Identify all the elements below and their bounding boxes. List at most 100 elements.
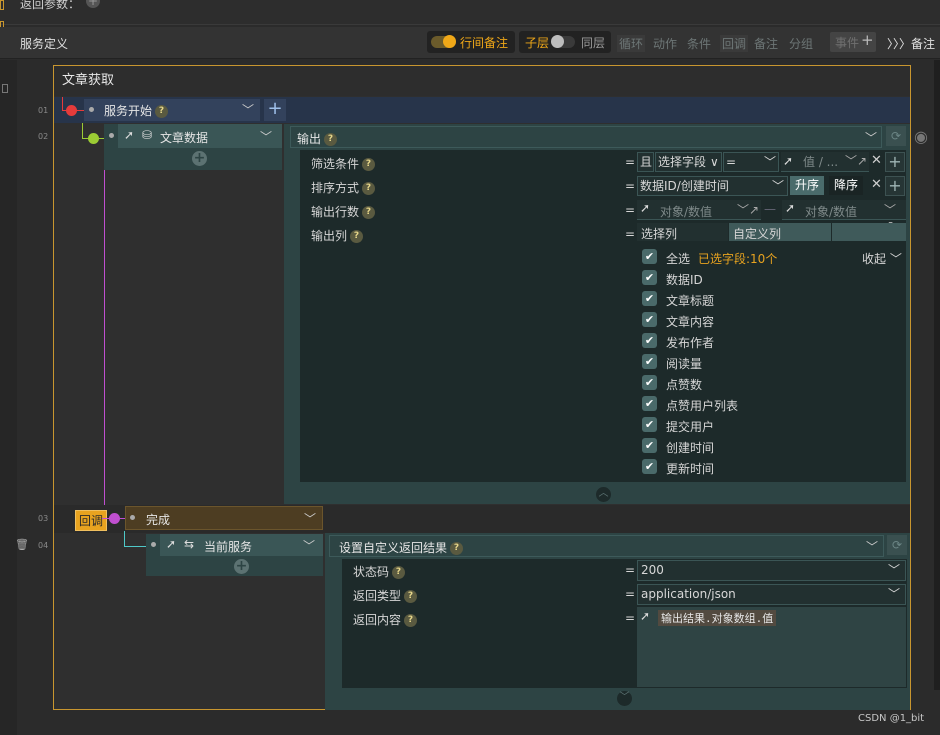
field-label: 更新时间 — [666, 462, 715, 476]
help-icon[interactable]: ? — [392, 566, 406, 579]
help-icon[interactable]: ? — [404, 614, 418, 627]
loop-button[interactable]: 循环 — [617, 35, 646, 52]
help-icon[interactable]: ? — [362, 182, 376, 195]
gutter-icon — [2, 84, 8, 93]
chevron-down-icon[interactable]: ﹀ — [260, 128, 272, 145]
chevron-down-icon[interactable]: ﹀ — [304, 510, 316, 527]
callback-button[interactable]: 回调 — [720, 35, 749, 52]
add-child-icon[interactable]: + — [234, 559, 249, 574]
content-eq: = — [625, 611, 636, 625]
chevron-down-icon[interactable]: ﹀ — [865, 129, 877, 146]
field-checkbox[interactable]: ✔ — [642, 270, 657, 285]
remove-sort-icon[interactable]: ✕ — [871, 177, 882, 192]
inline-note-toggle[interactable]: 行间备注 — [427, 31, 515, 53]
right-edge — [934, 60, 940, 690]
rows-to-input[interactable]: ➚ 对象/数值 ﹀↗ — [782, 200, 906, 232]
help-icon[interactable]: ? — [155, 105, 169, 118]
collapse-panel-icon[interactable]: ﹀ — [617, 691, 632, 706]
start-bullet-icon — [89, 107, 94, 112]
refresh-icon[interactable]: ⟳ — [887, 535, 907, 555]
help-icon[interactable]: ? — [362, 158, 376, 171]
field-checkbox[interactable]: ✔ — [642, 375, 657, 390]
sort-field-select[interactable]: 数据ID/创建时间 ﹀ — [637, 176, 788, 196]
refresh-icon[interactable]: ⟳ — [886, 126, 906, 146]
current-bullet-icon — [151, 542, 156, 547]
add-sort-button[interactable]: + — [885, 176, 905, 196]
filter-field-select[interactable]: 选择字段 ∨ — [655, 152, 722, 172]
output-header[interactable]: 输出? ﹀ — [290, 126, 882, 148]
callback-badge[interactable]: 回调 — [75, 510, 108, 531]
field-checkbox[interactable]: ✔ — [642, 333, 657, 348]
finish-node[interactable]: 完成 ﹀ — [125, 506, 323, 530]
data-dot-icon — [88, 133, 99, 144]
field-checkbox[interactable]: ✔ — [642, 354, 657, 369]
field-checkbox[interactable]: ✔ — [642, 438, 657, 453]
delete-icon[interactable]: 🗑 — [15, 538, 29, 551]
select-all-checkbox[interactable]: ✔ — [642, 249, 657, 264]
top-strip: 返回参数： + — [0, 0, 940, 25]
return-params-label: 返回参数： — [20, 0, 81, 11]
field-checkbox[interactable]: ✔ — [642, 417, 657, 432]
cols-label: 输出列? — [311, 227, 364, 244]
current-service-node[interactable]: ➚ ⇆ 当前服务 ﹀ + — [146, 534, 323, 576]
condition-button[interactable]: 条件 — [687, 35, 711, 52]
event-add-icon: + — [861, 31, 874, 49]
sort-desc-button[interactable]: 降序 — [829, 176, 864, 195]
filter-value-input[interactable]: ➚ 值 / ... ﹀↗ — [781, 152, 869, 172]
line-number-1: 01 — [38, 106, 49, 115]
samelayer-label[interactable]: 同层 — [581, 34, 605, 51]
toggle-knob-icon — [443, 35, 456, 48]
note-button[interactable]: 备注 — [754, 35, 778, 52]
cursor-icon: ➚ — [166, 537, 177, 551]
return-content-value: 输出结果.对象数组.值 — [658, 610, 777, 626]
status-code-select[interactable]: 200 ﹀ — [637, 560, 906, 581]
selected-count: 已选字段:10个 — [698, 252, 778, 266]
filter-and-select[interactable]: 且 — [637, 152, 654, 172]
add-return-param-icon[interactable]: + — [86, 0, 100, 8]
field-checkbox[interactable]: ✔ — [642, 396, 657, 411]
event-button[interactable]: 事件 + — [830, 31, 876, 52]
field-checkbox[interactable]: ✔ — [642, 459, 657, 474]
target-icon[interactable]: ◉ — [914, 127, 928, 146]
chevron-down-icon: ﹀ — [772, 179, 785, 193]
start-dot-icon — [66, 105, 77, 116]
chevron-down-icon: ∨ — [710, 155, 719, 169]
finish-dot-icon — [109, 513, 120, 524]
group-button[interactable]: 分组 — [789, 35, 813, 52]
layer-toggle[interactable]: 子层 同层 — [519, 31, 611, 53]
chevron-down-icon[interactable]: ﹀ — [866, 538, 878, 555]
remove-filter-icon[interactable]: ✕ — [871, 153, 882, 168]
result-header[interactable]: 设置自定义返回结果? ﹀ — [329, 535, 884, 557]
cursor-icon: ➚ — [640, 609, 651, 623]
collapse-panel-icon[interactable]: ︿ — [596, 487, 611, 502]
field-checkbox[interactable]: ✔ — [642, 291, 657, 306]
help-icon[interactable]: ? — [324, 133, 338, 146]
collapse-button[interactable]: 收起 ﹀ — [862, 250, 902, 267]
data-node[interactable]: ➚ ⛁ 文章数据 ﹀ + — [104, 124, 282, 170]
rows-separator: — — [764, 202, 776, 216]
start-add-button[interactable]: + — [264, 99, 286, 121]
chevron-down-icon[interactable]: ﹀ — [303, 537, 315, 554]
help-icon[interactable]: ? — [404, 590, 418, 603]
help-icon[interactable]: ? — [450, 542, 464, 555]
type-eq: = — [625, 587, 636, 601]
field-label: 文章内容 — [666, 315, 715, 329]
start-node[interactable]: 服务开始? ﹀ — [84, 99, 260, 121]
help-icon[interactable]: ? — [362, 206, 376, 219]
sort-asc-button[interactable]: 升序 — [790, 176, 825, 195]
action-button[interactable]: 动作 — [653, 35, 677, 52]
note-toggle-button[interactable]: 〉〉〉备注 — [887, 35, 935, 52]
rows-eq: = — [625, 203, 636, 217]
return-content-input[interactable]: ➚ 输出结果.对象数组.值 — [637, 607, 906, 687]
add-filter-button[interactable]: + — [885, 152, 905, 172]
rows-from-input[interactable]: ➚ 对象/数值 ﹀↗ — [637, 200, 761, 220]
tab-select-columns[interactable]: 选择列 — [637, 223, 728, 241]
sublayer-label[interactable]: 子层 — [525, 34, 549, 51]
chevron-down-icon[interactable]: ﹀ — [242, 101, 254, 118]
return-type-select[interactable]: application/json ﹀ — [637, 584, 906, 605]
filter-op-select[interactable]: = ﹀ — [723, 152, 779, 172]
add-child-icon[interactable]: + — [192, 151, 207, 166]
help-icon[interactable]: ? — [350, 230, 364, 243]
field-checkbox[interactable]: ✔ — [642, 312, 657, 327]
tab-custom-columns[interactable]: 自定义列 — [729, 223, 831, 241]
